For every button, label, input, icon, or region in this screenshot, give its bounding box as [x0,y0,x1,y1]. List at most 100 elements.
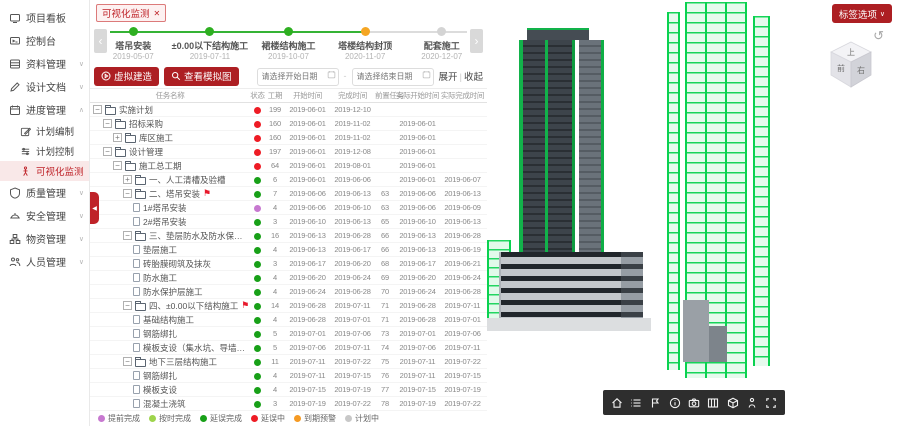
task-name-cell: −二、塔吊安装⚑ [90,188,250,200]
task-name: 四、±0.00以下结构施工 [149,300,238,312]
task-row[interactable]: 混凝土浇筑32019-07-192019-07-22782019-07-1920… [90,397,487,411]
sidebar-item-personnel-management[interactable]: 人员管理 ∨ [0,250,89,273]
task-row[interactable]: −四、±0.00以下结构施工⚑142019-06-282019-07-11712… [90,299,487,313]
view-simulation-button[interactable]: 查看模拟图 [164,67,239,86]
sidebar-item-project-board[interactable]: 项目看板 [0,6,89,29]
status-dot [254,163,261,170]
column-header: 完成时间 [330,90,375,101]
task-row[interactable]: 砖胎膜砌筑及抹灰32019-06-172019-06-20682019-06-1… [90,257,487,271]
task-start-date: 2019-06-01 [285,119,330,128]
list-icon[interactable] [628,395,644,411]
task-name-cell: 1#塔吊安装 [90,202,250,214]
task-row[interactable]: 模板支设42019-07-152019-07-19772019-07-15201… [90,383,487,397]
view-cube[interactable]: 上 前 右 [826,40,876,92]
task-name: 1#塔吊安装 [143,202,186,214]
task-name-cell: −地下三层结构施工 [90,356,250,368]
task-name-cell: −招标采购 [90,118,250,130]
column-header: 开始时间 [285,90,330,101]
task-row[interactable]: −招标采购1602019-06-012019-11-022019-06-01 [90,117,487,131]
flag-icon[interactable] [647,395,663,411]
sidebar-item-plan-preparation[interactable]: 计划编制 [0,121,89,141]
task-row[interactable]: −三、垫层防水及防水保护层施工162019-06-132019-06-28662… [90,229,487,243]
task-row[interactable]: 钢筋绑扎52019-07-012019-07-06732019-07-01201… [90,327,487,341]
info-icon[interactable] [667,395,683,411]
sidebar-item-safety-management[interactable]: 安全管理 ∨ [0,204,89,227]
app-window: 项目看板 控制台 资料管理 ∨ 设计文档 ∨ 进度管理 ∧ 计划编制 计划控制 [0,0,900,426]
task-row[interactable]: −地下三层结构施工112019-07-112019-07-22752019-07… [90,355,487,369]
close-icon[interactable]: ✕ [154,9,161,18]
task-end-date: 2019-06-06 [330,175,375,184]
task-start-date: 2019-06-01 [285,105,330,114]
task-row[interactable]: 2#塔吊安装32019-06-102019-06-13652019-06-102… [90,215,487,229]
legend-item: 计划中 [345,413,379,424]
tree-expander-icon[interactable]: − [123,301,132,310]
legend-label: 延误中 [261,413,285,424]
task-name-cell: −施工总工期 [90,160,250,172]
task-actual-end: 2019-06-07 [440,175,485,184]
tab-bar: 可视化监测 ✕ [90,0,487,20]
tree-expander-icon[interactable]: − [93,105,102,114]
console-icon [9,35,21,47]
cube-icon[interactable] [725,395,741,411]
task-row[interactable]: 防水保护层施工42019-06-242019-06-28702019-06-24… [90,285,487,299]
task-name: 2#塔吊安装 [143,216,186,228]
legend-item: 延误完成 [200,413,242,424]
fullscreen-icon[interactable] [763,395,779,411]
task-row[interactable]: −二、塔吊安装⚑72019-06-062019-06-13632019-06-0… [90,187,487,201]
task-row[interactable]: −实施计划1992019-06-012019-12-10 [90,103,487,117]
calendar-icon [422,70,431,79]
sidebar-item-data-management[interactable]: 资料管理 ∨ [0,52,89,75]
task-row[interactable]: 垫层施工42019-06-132019-06-17662019-06-13201… [90,243,487,257]
task-row[interactable]: 1#塔吊安装42019-06-062019-06-10632019-06-062… [90,201,487,215]
sidebar-item-console[interactable]: 控制台 [0,29,89,52]
status-dot [254,247,261,254]
tree-expander-icon[interactable]: − [123,231,132,240]
tree-expander-icon[interactable]: + [123,175,132,184]
sidebar-item-label: 计划编制 [36,124,74,138]
task-row[interactable]: 基础结构施工42019-06-282019-07-01712019-06-282… [90,313,487,327]
task-predecessor: 73 [375,329,395,338]
task-status-cell [250,329,265,338]
sidebar-collapse-handle[interactable]: ◀ [90,192,99,224]
tree-expander-icon[interactable]: − [123,357,132,366]
tree-expander-icon[interactable]: − [103,147,112,156]
task-row[interactable]: −施工总工期642019-06-012019-08-012019-06-01 [90,159,487,173]
tree-expander-icon[interactable]: − [123,189,132,198]
task-row[interactable]: +库区施工1602019-06-012019-11-022019-06-01 [90,131,487,145]
collapse-all-link[interactable]: 收起 [464,72,483,83]
person-icon[interactable] [744,395,760,411]
tree-expander-icon[interactable]: − [113,161,122,170]
virtual-build-button[interactable]: 虚拟建造 [94,67,159,86]
task-row[interactable]: 模板支设（集水坑、导墙及后浇带）52019-07-062019-07-11742… [90,341,487,355]
task-duration: 7 [265,189,285,198]
sidebar-item-material-management[interactable]: 物资管理 ∨ [0,227,89,250]
tree-expander-icon[interactable]: + [113,133,122,142]
model-viewer-canvas[interactable]: 标签选项 ∨ ↺ 上 前 右 [487,0,900,426]
task-end-date: 2019-07-15 [330,371,375,380]
sidebar-item-design-docs[interactable]: 设计文档 ∨ [0,75,89,98]
sidebar-item-schedule-management[interactable]: 进度管理 ∧ [0,98,89,121]
control-list-icon [20,146,31,157]
task-row[interactable]: +一、人工清槽及验槽62019-06-012019-06-062019-06-0… [90,173,487,187]
tab-visual-monitoring[interactable]: 可视化监测 ✕ [96,4,166,22]
camera-icon[interactable] [686,395,702,411]
task-row[interactable]: 钢筋绑扎42019-07-112019-07-15762019-07-11201… [90,369,487,383]
task-row[interactable]: 防水施工42019-06-202019-06-24692019-06-20201… [90,271,487,285]
viewer-toolbar [603,390,785,415]
status-dot [254,289,261,296]
section-icon[interactable] [705,395,721,411]
home-icon[interactable] [609,395,625,411]
calendar-icon [9,104,21,116]
sidebar-item-visual-monitoring[interactable]: 可视化监测 [0,161,89,181]
sidebar-item-plan-control[interactable]: 计划控制 [0,141,89,161]
tree-expander-icon[interactable]: − [103,119,112,128]
cube-face-right: 右 [857,65,865,75]
task-row[interactable]: −设计管理1972019-06-012019-12-082019-06-01 [90,145,487,159]
chevron-down-icon: ∨ [79,258,84,266]
sidebar-item-quality-management[interactable]: 质量管理 ∨ [0,181,89,204]
status-dot [254,219,261,226]
tag-options-button[interactable]: 标签选项 ∨ [832,4,892,23]
expand-all-link[interactable]: 展开 [439,72,458,83]
document-icon [133,329,140,338]
milestone[interactable]: 配套施工2020-12-07 [387,27,497,61]
